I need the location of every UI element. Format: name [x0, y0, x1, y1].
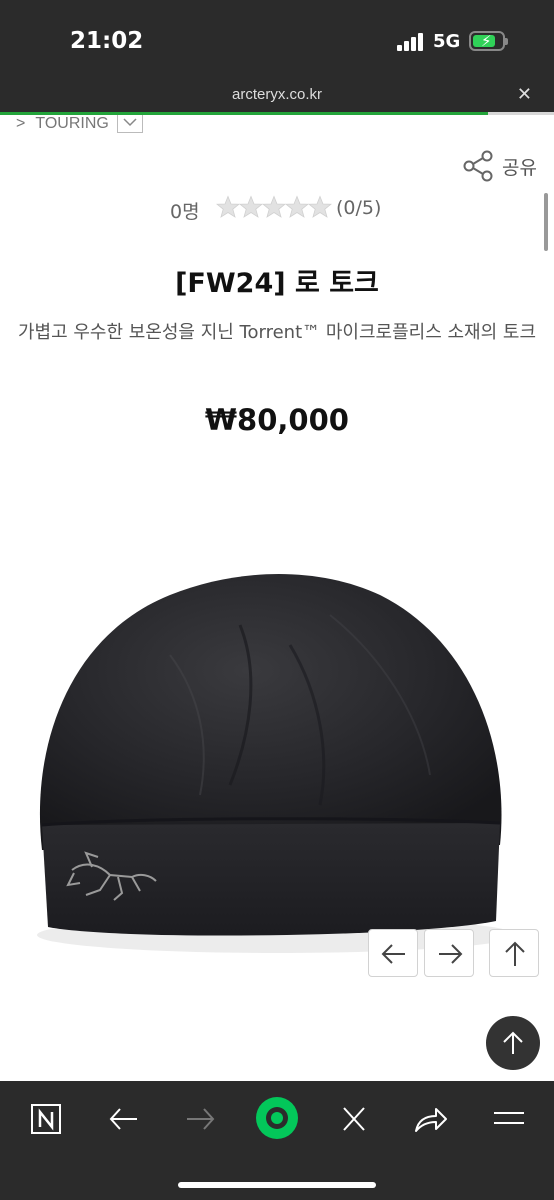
- scroll-top-button[interactable]: [489, 929, 539, 977]
- star-icon: [308, 195, 332, 218]
- signal-icon: [397, 33, 425, 51]
- star-icon: [285, 195, 309, 218]
- menu-icon: [494, 1112, 524, 1124]
- green-dot-button[interactable]: [254, 1095, 300, 1141]
- back-button[interactable]: [104, 1099, 148, 1143]
- rating-stars: [216, 195, 332, 221]
- status-time: 21:02: [70, 28, 144, 54]
- rating: 0명 (0/5): [0, 195, 554, 223]
- url-bar[interactable]: arcteryx.co.kr ✕: [0, 84, 554, 112]
- arrow-left-icon: [381, 944, 405, 964]
- review-count: 0명: [170, 201, 200, 223]
- product-price: ₩80,000: [205, 403, 349, 437]
- share-page-button[interactable]: [410, 1099, 454, 1143]
- product-description: 가볍고 우수한 보온성을 지닌 Torrent™ 마이크로플리스 소재의 토크: [17, 322, 537, 343]
- share-label: 공유: [502, 157, 537, 179]
- forward-icon: [187, 1108, 215, 1130]
- green-dot-icon: [256, 1097, 298, 1139]
- arrow-up-icon: [505, 941, 525, 966]
- next-image-button[interactable]: [424, 929, 474, 977]
- star-icon: [262, 195, 286, 218]
- prev-image-button[interactable]: [368, 929, 418, 977]
- star-icon: [216, 195, 240, 218]
- naver-home-button[interactable]: [26, 1099, 70, 1143]
- status-bar: 21:02 5G ⚡: [0, 0, 554, 84]
- url-text[interactable]: arcteryx.co.kr: [0, 86, 554, 103]
- floating-top-button[interactable]: [486, 1016, 540, 1070]
- close-tab-button[interactable]: [334, 1099, 378, 1143]
- breadcrumb[interactable]: > TOURING: [16, 115, 109, 133]
- chevron-down-icon[interactable]: [117, 115, 143, 133]
- close-icon: [343, 1107, 365, 1131]
- arrow-right-icon: [439, 944, 463, 964]
- star-icon: [239, 195, 263, 218]
- chevron-right-icon: >: [16, 115, 26, 132]
- rating-score: (0/5): [336, 197, 382, 219]
- page-content: > TOURING 공유 0명 (0/5) [FW24] 로 토크 가볍고 우수한…: [0, 115, 554, 1081]
- network-label: 5G: [433, 31, 461, 52]
- menu-button[interactable]: [488, 1099, 532, 1143]
- share-icon: [463, 150, 493, 182]
- arrow-up-icon: [503, 1031, 523, 1054]
- share-icon: [415, 1108, 447, 1132]
- back-icon: [109, 1108, 137, 1130]
- product-image[interactable]: [0, 555, 554, 1055]
- naver-home-icon: [31, 1104, 61, 1134]
- home-indicator[interactable]: [178, 1182, 376, 1188]
- product-title: [FW24] 로 토크: [175, 268, 379, 299]
- forward-button[interactable]: [180, 1099, 224, 1143]
- battery-icon: ⚡: [469, 31, 508, 51]
- close-icon[interactable]: ✕: [517, 84, 532, 105]
- breadcrumb-label: TOURING: [35, 115, 109, 132]
